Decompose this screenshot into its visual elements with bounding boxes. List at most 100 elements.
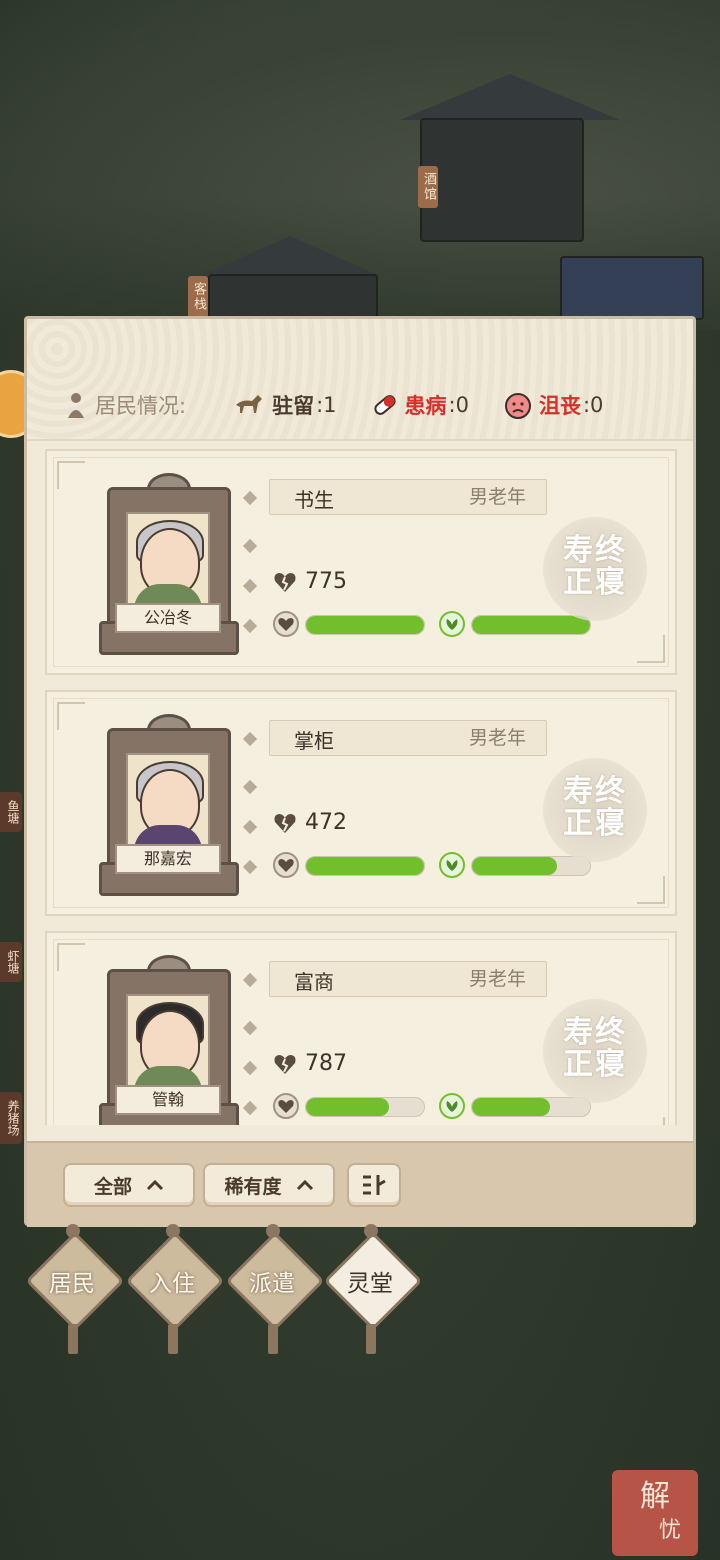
mood-bar <box>471 615 591 635</box>
nav-tassel <box>268 1324 278 1354</box>
nav-label: 派遣 <box>249 1271 295 1297</box>
residents-label: 居民情况: <box>95 394 187 418</box>
resident-name: 管翰 <box>115 1085 221 1115</box>
resident-card[interactable]: 那嘉宏 掌柜 男老年 472 寿终正寝 <box>45 690 677 916</box>
resident-value-row: 787 <box>273 1051 347 1076</box>
tavern-sign[interactable]: 酒馆 <box>418 166 438 208</box>
health-bar <box>305 1097 425 1117</box>
corner-seal-button[interactable]: 解 忧 <box>612 1470 698 1556</box>
mood-bar <box>471 856 591 876</box>
card-corner-ornament <box>637 635 665 663</box>
death-stamp: 寿终正寝 <box>543 758 647 862</box>
inn-roof <box>200 236 380 276</box>
resident-card[interactable]: 管翰 富商 男老年 787 寿终正寝 <box>45 931 677 1125</box>
resident-tag: 男老年 <box>468 727 526 749</box>
mood-bar <box>471 1097 591 1117</box>
sort-button[interactable] <box>347 1163 401 1207</box>
filter-rarity-button[interactable]: 稀有度 <box>203 1163 335 1207</box>
resident-role: 书生 <box>294 488 334 512</box>
shrimp-pond-sign[interactable]: 虾塘 <box>0 942 22 982</box>
stamp-text: 寿终正寝 <box>563 774 627 841</box>
mood-bar-fill <box>472 1098 550 1116</box>
depressed-value: :0 <box>582 393 604 417</box>
heart-broken-icon <box>274 813 296 833</box>
leaf-icon <box>439 611 465 637</box>
sick-label: 患病 <box>404 394 447 418</box>
health-bar-fill <box>306 857 424 875</box>
depressed-label: 沮丧 <box>538 394 581 418</box>
role-box: 掌柜 男老年 <box>269 720 547 756</box>
nav-tassel <box>168 1324 178 1354</box>
resident-value-row: 472 <box>273 810 347 835</box>
role-box: 富商 男老年 <box>269 961 547 997</box>
card-corner-ornament <box>637 876 665 904</box>
heart-icon <box>273 611 299 637</box>
resident-name: 公冶冬 <box>115 603 221 633</box>
stationed-label: 驻留 <box>272 394 315 418</box>
heart-broken-icon <box>274 1054 296 1074</box>
resident-card[interactable]: 公冶冬 书生 男老年 775 寿终正寝 <box>45 449 677 675</box>
nav-memorial-hall[interactable]: 灵堂 <box>323 1224 423 1354</box>
depressed-stat: 沮丧 :0 <box>503 390 603 420</box>
sick-stat: 患病 :0 <box>371 390 469 420</box>
residents-status-row: 居民情况: 驻留 :1 患病 :0 沮丧:0 <box>65 387 637 423</box>
avatar <box>126 994 210 1094</box>
residents-panel: 居民情况: 驻留 :1 患病 :0 沮丧:0 公冶冬 书生 男老年 775 寿… <box>24 316 696 1227</box>
nav-tassel <box>68 1324 78 1354</box>
resident-value: 472 <box>305 810 347 835</box>
pig-farm-sign[interactable]: 养猪场 <box>0 1092 22 1144</box>
heart-icon <box>273 852 299 878</box>
chevron-up-icon <box>296 1179 313 1191</box>
nav-dispatch[interactable]: 派遣 <box>225 1224 325 1354</box>
leaf-icon <box>439 852 465 878</box>
seal-char-2: 忧 <box>658 1518 681 1543</box>
nav-tassel <box>366 1324 376 1354</box>
health-bar <box>305 856 425 876</box>
nav-label: 居民 <box>49 1271 95 1297</box>
avatar <box>126 753 210 853</box>
health-bar-fill <box>306 1098 389 1116</box>
resident-tag: 男老年 <box>468 486 526 508</box>
nav-move-in[interactable]: 入住 <box>125 1224 225 1354</box>
filter-rarity-label: 稀有度 <box>224 1175 282 1198</box>
nav-label: 入住 <box>149 1271 195 1297</box>
fish-pond-sign[interactable]: 鱼塘 <box>0 792 22 832</box>
building-roof <box>400 74 620 120</box>
resident-portrait[interactable]: 管翰 <box>99 955 239 1125</box>
tavern-building <box>420 118 584 242</box>
resident-role: 富商 <box>294 970 334 994</box>
resident-portrait[interactable]: 那嘉宏 <box>99 714 239 896</box>
status-bars <box>273 852 593 878</box>
card-corner-ornament <box>57 943 85 971</box>
health-bar <box>305 615 425 635</box>
chevron-up-icon <box>146 1179 164 1191</box>
heart-broken-icon <box>274 572 296 592</box>
stationed-value: :1 <box>316 393 337 417</box>
health-bar-fill <box>306 616 424 634</box>
horse-icon <box>236 395 263 413</box>
death-stamp: 寿终正寝 <box>543 999 647 1103</box>
resident-list[interactable]: 公冶冬 书生 男老年 775 寿终正寝 那嘉宏 掌柜 男老年 472 寿终正寝 … <box>45 449 677 1125</box>
sad-face-icon <box>504 393 531 419</box>
card-corner-ornament <box>57 702 85 730</box>
card-corner-ornament <box>57 461 85 489</box>
sick-value: :0 <box>448 393 469 417</box>
town-background: 酒馆 客栈 <box>0 0 720 330</box>
stationed-stat: 驻留 :1 <box>232 390 337 420</box>
resident-value-row: 775 <box>273 569 347 594</box>
resident-value: 775 <box>305 569 347 594</box>
pill-icon <box>373 395 396 415</box>
nav-residents[interactable]: 居民 <box>25 1224 125 1354</box>
death-stamp: 寿终正寝 <box>543 517 647 621</box>
status-bars <box>273 611 593 637</box>
resident-portrait[interactable]: 公冶冬 <box>99 473 239 655</box>
role-box: 书生 男老年 <box>269 479 547 515</box>
resident-name: 那嘉宏 <box>115 844 221 874</box>
stamp-text: 寿终正寝 <box>563 533 627 600</box>
heart-icon <box>273 1093 299 1119</box>
leaf-icon <box>439 1093 465 1119</box>
panel-header: 居民情况: 驻留 :1 患病 :0 沮丧:0 <box>27 319 693 441</box>
filter-all-button[interactable]: 全部 <box>63 1163 195 1207</box>
resident-role: 掌柜 <box>294 729 334 753</box>
inn-sign[interactable]: 客栈 <box>188 276 208 318</box>
